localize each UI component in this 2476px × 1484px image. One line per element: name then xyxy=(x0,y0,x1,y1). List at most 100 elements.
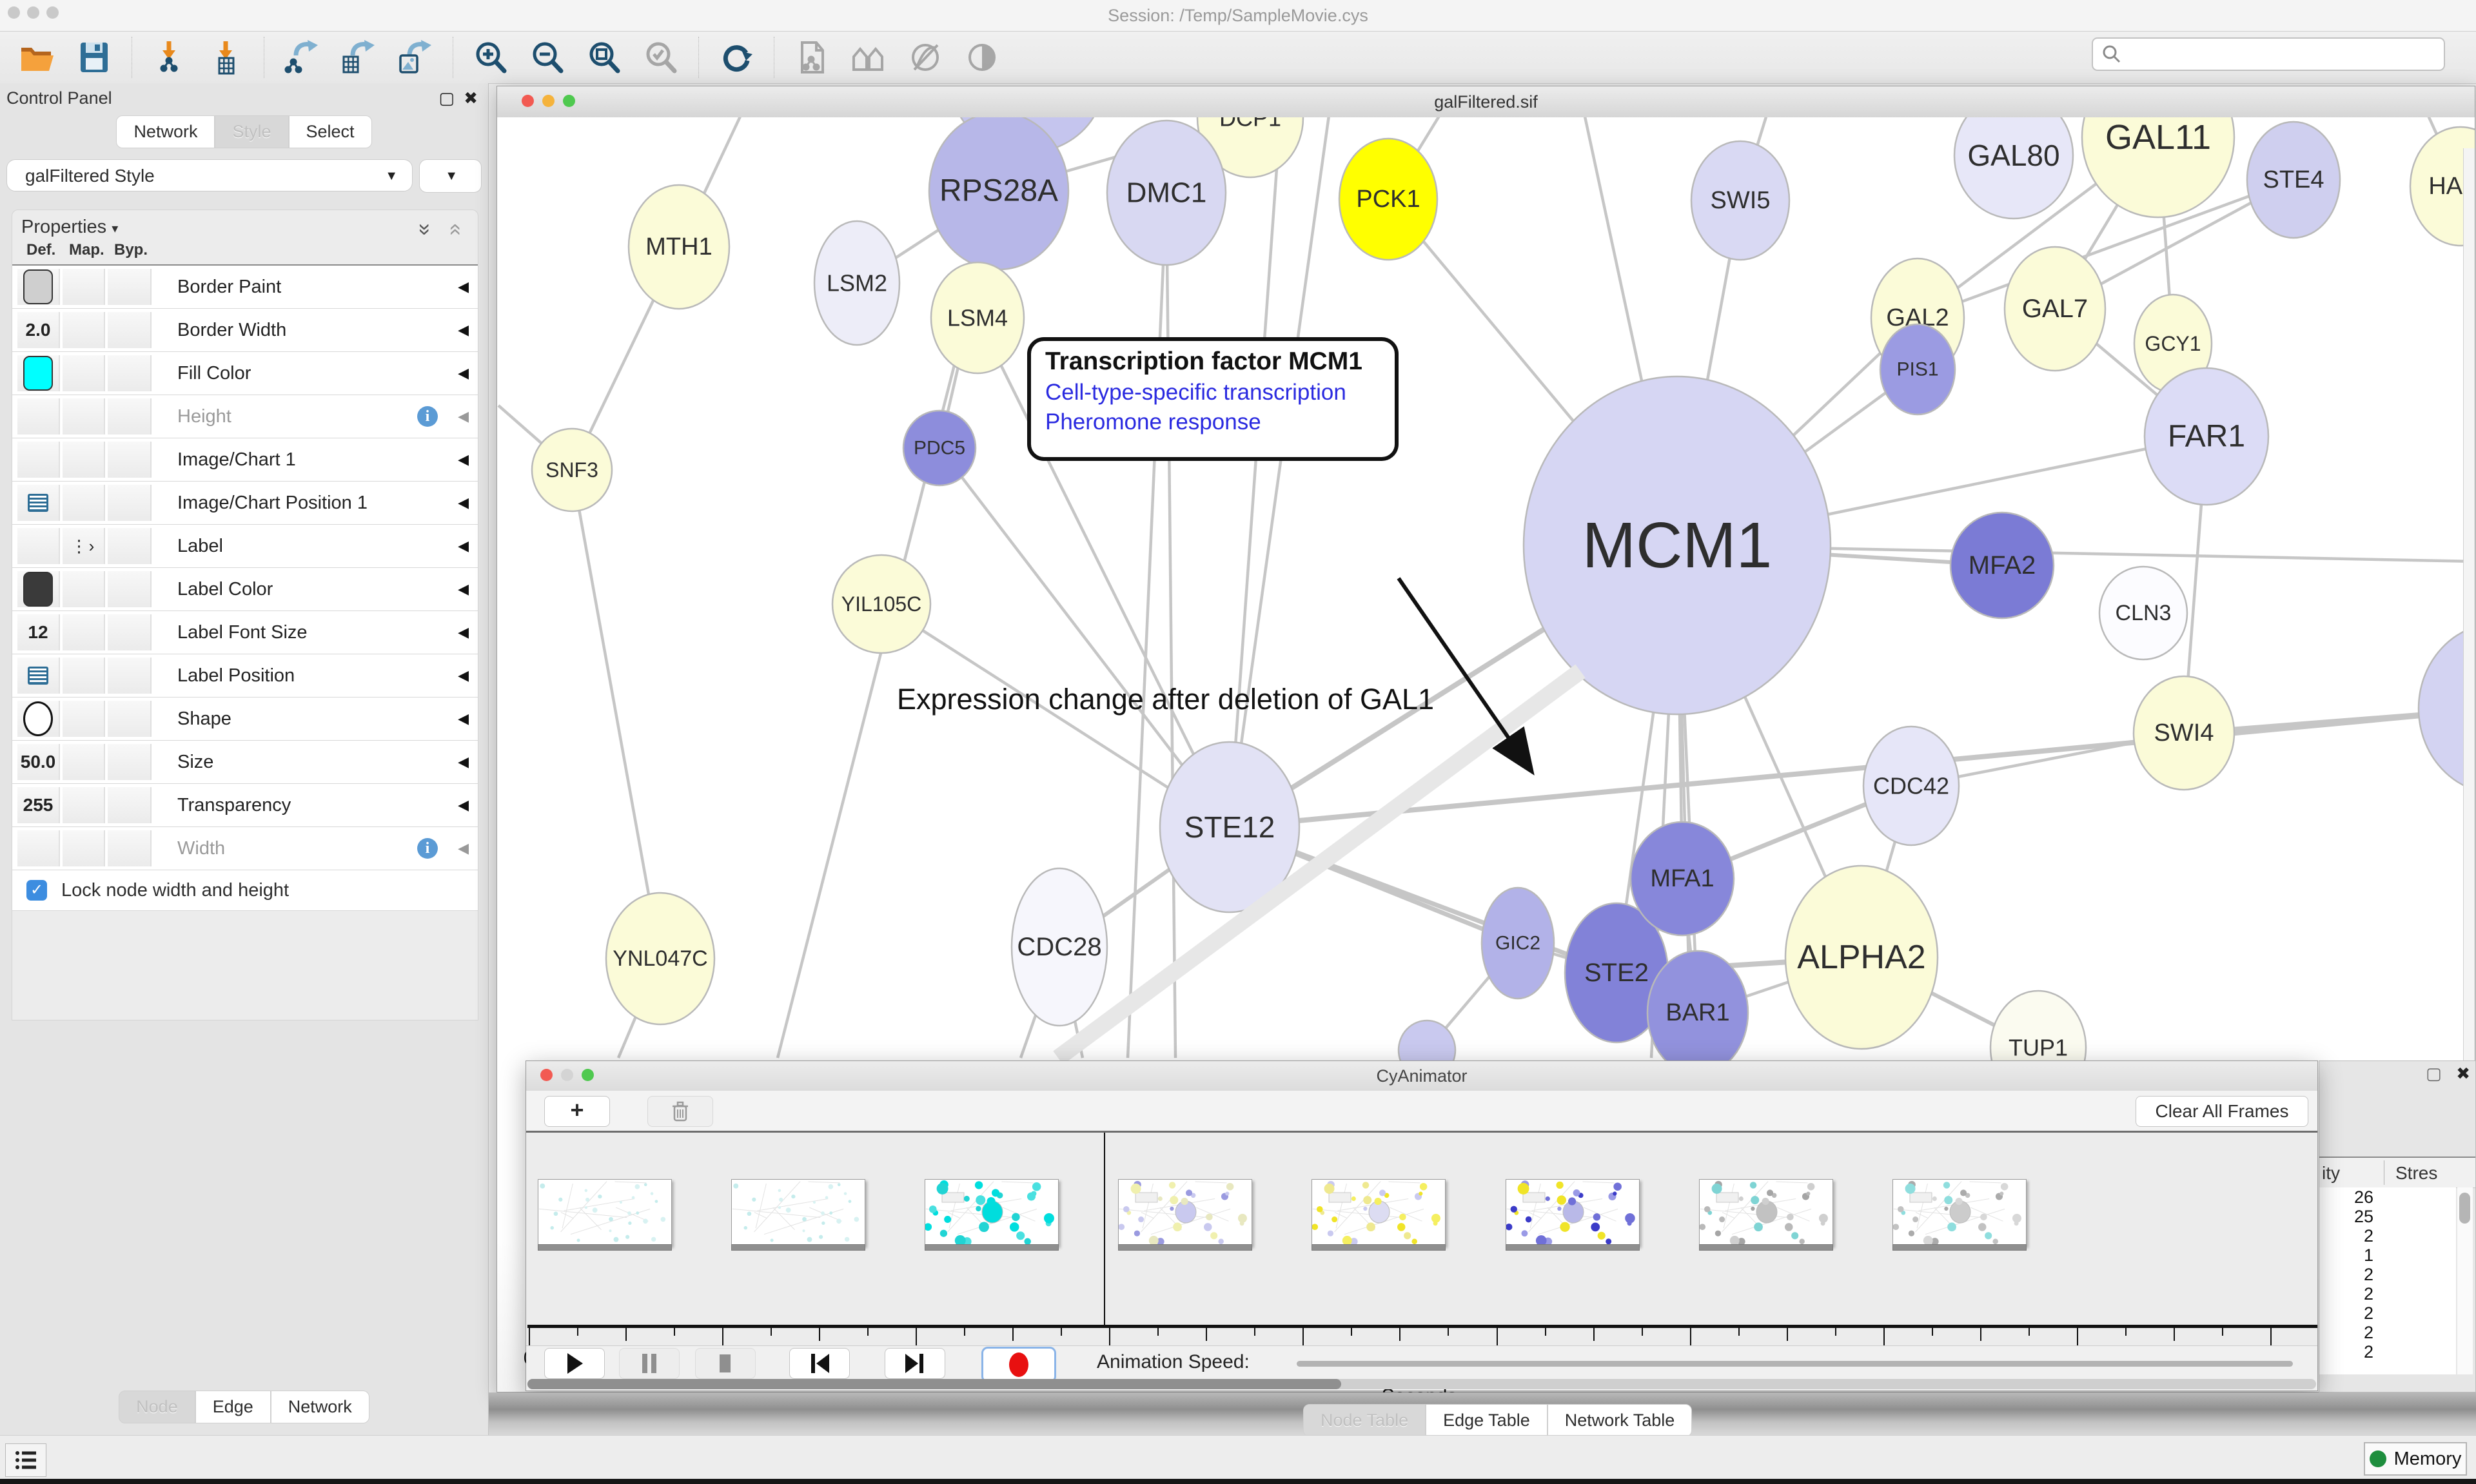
annotation-box[interactable]: Transcription factor MCM1 Cell-type-spec… xyxy=(1027,337,1399,461)
network-node-swi4[interactable]: SWI4 xyxy=(2134,676,2234,790)
cyanimator-titlebar[interactable]: CyAnimator xyxy=(526,1061,2317,1091)
table-cell-value[interactable]: 2 xyxy=(2319,1226,2456,1245)
mapping-icon[interactable]: ⋮› xyxy=(71,536,96,556)
property-row-height[interactable]: Height i ◀ xyxy=(12,395,478,438)
maximize-window-icon[interactable] xyxy=(582,1069,594,1081)
network-node-gal80[interactable]: GAL80 xyxy=(1954,117,2073,219)
export-image-icon[interactable] xyxy=(387,36,444,79)
network-edge[interactable] xyxy=(1166,193,1175,1058)
property-row-label[interactable]: ⋮› Label ◀ xyxy=(12,525,478,568)
animation-speed-slider[interactable] xyxy=(1297,1361,2293,1367)
network-node-pdc5[interactable]: PDC5 xyxy=(903,411,976,485)
network-node-mfa1[interactable]: MFA1 xyxy=(1631,822,1734,935)
float-panel-icon[interactable]: ▢ xyxy=(2426,1064,2442,1083)
table-column-ity[interactable]: ity xyxy=(2322,1163,2340,1184)
property-row-size[interactable]: 50.0 Size ◀ xyxy=(12,741,478,784)
property-row-image-chart-position-1[interactable]: Image/Chart Position 1 ◀ xyxy=(12,482,478,525)
property-row-width[interactable]: Width i ◀ xyxy=(12,827,478,870)
network-node-cdc42[interactable]: CDC42 xyxy=(1863,727,1959,845)
expand-row-icon[interactable]: ◀ xyxy=(458,827,469,870)
pause-button[interactable] xyxy=(619,1348,680,1379)
tab-node-table[interactable]: Node Table xyxy=(1303,1404,1426,1437)
default-value[interactable]: 50.0 xyxy=(21,752,56,772)
table-cell-value[interactable]: 26 xyxy=(2319,1187,2456,1207)
property-row-border-paint[interactable]: Border Paint ◀ xyxy=(12,266,478,309)
network-node-lsm4[interactable]: LSM4 xyxy=(931,262,1024,373)
network-node-far1[interactable]: FAR1 xyxy=(2145,368,2268,505)
property-row-transparency[interactable]: 255 Transparency ◀ xyxy=(12,784,478,827)
default-value-swatch[interactable] xyxy=(23,269,53,304)
network-node-snf3[interactable]: SNF3 xyxy=(532,429,612,511)
position-icon[interactable] xyxy=(28,667,48,685)
frame-thumbnail-3[interactable] xyxy=(1118,1179,1252,1246)
stop-button[interactable] xyxy=(695,1348,756,1379)
network-node-cdc28[interactable]: CDC28 xyxy=(1012,868,1107,1026)
zoom-fit-icon[interactable] xyxy=(576,36,633,79)
expand-row-icon[interactable]: ◀ xyxy=(458,482,469,524)
network-edge[interactable] xyxy=(1230,117,1333,827)
zoom-selected-icon[interactable] xyxy=(633,36,689,79)
close-window-icon[interactable] xyxy=(540,1069,553,1081)
style-options-button[interactable]: ▼ xyxy=(419,159,482,193)
expand-row-icon[interactable]: ◀ xyxy=(458,438,469,481)
expand-row-icon[interactable]: ◀ xyxy=(458,525,469,567)
timeline-playhead[interactable] xyxy=(1104,1133,1105,1326)
network-node-ynl047c[interactable]: YNL047C xyxy=(606,893,714,1024)
frame-thumbnail-0[interactable] xyxy=(538,1179,672,1246)
collapse-all-icon[interactable]: « xyxy=(440,224,473,236)
group-nodes-icon[interactable] xyxy=(840,36,897,79)
frame-thumbnail-2[interactable] xyxy=(925,1179,1059,1246)
tab-node[interactable]: Node xyxy=(119,1391,195,1423)
network-node-ste4[interactable]: STE4 xyxy=(2247,122,2340,238)
table-cell-value[interactable]: 25 xyxy=(2319,1207,2456,1226)
position-icon[interactable] xyxy=(28,494,48,512)
network-node-lsm2[interactable]: LSM2 xyxy=(814,221,899,345)
lock-size-checkbox[interactable]: ✓ xyxy=(26,880,47,901)
timeline-hscrollbar[interactable] xyxy=(527,1379,2316,1389)
network-file-icon[interactable] xyxy=(783,36,840,79)
network-node-cln3[interactable]: CLN3 xyxy=(2099,567,2187,659)
record-button[interactable] xyxy=(981,1347,1056,1383)
close-window-icon[interactable] xyxy=(522,95,534,107)
default-value-swatch[interactable] xyxy=(23,356,53,391)
default-value[interactable]: 2.0 xyxy=(26,320,51,340)
property-row-label-color[interactable]: Label Color ◀ xyxy=(12,568,478,611)
tab-network-table[interactable]: Network Table xyxy=(1548,1404,1693,1437)
frame-thumbnail-6[interactable] xyxy=(1699,1179,1833,1246)
network-node-mcm1[interactable]: MCM1 xyxy=(1524,376,1831,714)
property-row-border-width[interactable]: 2.0 Border Width ◀ xyxy=(12,309,478,352)
import-table-icon[interactable] xyxy=(198,36,255,79)
default-value-swatch[interactable] xyxy=(23,572,53,607)
skip-start-button[interactable] xyxy=(789,1348,850,1379)
hide-details-icon[interactable] xyxy=(897,36,954,79)
minimize-window-icon[interactable] xyxy=(27,6,39,19)
tab-network[interactable]: Network xyxy=(116,115,215,148)
property-row-label-font-size[interactable]: 12 Label Font Size ◀ xyxy=(12,611,478,654)
property-row-fill-color[interactable]: Fill Color ◀ xyxy=(12,352,478,395)
close-panel-icon[interactable]: ✖ xyxy=(2456,1064,2470,1083)
table-cell-value[interactable]: 2 xyxy=(2319,1342,2456,1362)
property-row-image-chart-1[interactable]: Image/Chart 1 ◀ xyxy=(12,438,478,482)
expand-row-icon[interactable]: ◀ xyxy=(458,611,469,654)
expand-row-icon[interactable]: ◀ xyxy=(458,352,469,395)
tab-edge-table[interactable]: Edge Table xyxy=(1426,1404,1548,1437)
default-value[interactable]: 255 xyxy=(23,795,54,815)
export-table-icon[interactable] xyxy=(330,36,387,79)
refresh-layout-icon[interactable] xyxy=(708,36,765,79)
table-cell-value[interactable]: 2 xyxy=(2319,1303,2456,1323)
minimize-window-icon[interactable] xyxy=(561,1069,573,1081)
table-cell-value[interactable]: 2 xyxy=(2319,1265,2456,1284)
annotation-link[interactable]: Pheromone response xyxy=(1045,409,1395,435)
skip-end-button[interactable] xyxy=(885,1348,945,1379)
default-value[interactable]: 12 xyxy=(28,622,48,643)
ellipse-shape-icon[interactable] xyxy=(23,701,53,736)
search-input[interactable] xyxy=(2092,37,2445,71)
open-session-icon[interactable] xyxy=(9,36,66,79)
tab-network[interactable]: Network xyxy=(271,1391,369,1423)
tab-select[interactable]: Select xyxy=(289,115,372,148)
network-window-titlebar[interactable]: galFiltered.sif xyxy=(497,86,2475,118)
table-vscrollbar[interactable] xyxy=(2457,1187,2473,1374)
zoom-in-icon[interactable] xyxy=(462,36,519,79)
expand-row-icon[interactable]: ◀ xyxy=(458,654,469,697)
network-node-swi5[interactable]: SWI5 xyxy=(1691,141,1789,260)
